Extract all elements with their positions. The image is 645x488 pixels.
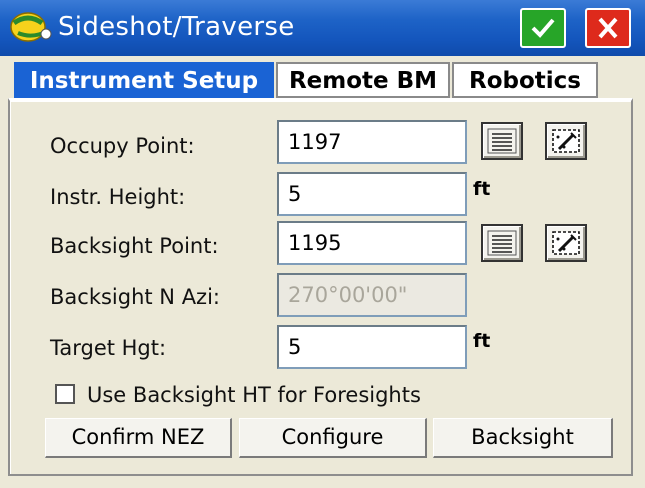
close-icon xyxy=(598,17,618,39)
map-pick-icon xyxy=(552,231,580,255)
instr-height-label: Instr. Height: xyxy=(50,185,186,209)
close-button[interactable] xyxy=(585,8,631,48)
target-hgt-unit: ft xyxy=(473,330,491,352)
ok-button[interactable] xyxy=(520,8,566,48)
target-hgt-label: Target Hgt: xyxy=(50,336,167,360)
backsight-point-map-button[interactable] xyxy=(545,224,587,262)
use-backsight-ht-checkbox[interactable] xyxy=(55,384,75,404)
list-icon xyxy=(487,230,517,256)
backsight-button[interactable]: Backsight xyxy=(433,418,613,458)
tab-remote-bm[interactable]: Remote BM xyxy=(276,62,450,98)
tab-instrument-setup[interactable]: Instrument Setup xyxy=(14,62,274,98)
list-icon xyxy=(487,128,517,154)
map-pick-icon xyxy=(552,129,580,153)
confirm-nez-button[interactable]: Confirm NEZ xyxy=(45,418,232,458)
occupy-point-list-button[interactable] xyxy=(481,122,523,160)
tab-robotics[interactable]: Robotics xyxy=(452,62,598,98)
checkmark-icon xyxy=(531,18,555,38)
backsight-point-list-button[interactable] xyxy=(481,224,523,262)
title-bar: Sideshot/Traverse xyxy=(0,0,645,56)
instr-height-unit: ft xyxy=(473,178,491,200)
occupy-point-map-button[interactable] xyxy=(545,122,587,160)
backsight-point-input[interactable]: 1195 xyxy=(277,221,467,265)
instr-height-input[interactable]: 5 xyxy=(277,172,467,216)
occupy-point-label: Occupy Point: xyxy=(50,134,195,158)
occupy-point-input[interactable]: 1197 xyxy=(277,120,467,164)
window-title: Sideshot/Traverse xyxy=(58,12,295,42)
app-logo-icon xyxy=(10,12,52,42)
target-hgt-input[interactable]: 5 xyxy=(277,325,467,369)
backsight-point-label: Backsight Point: xyxy=(50,234,219,258)
backsight-azi-label: Backsight N Azi: xyxy=(50,285,220,309)
backsight-azi-input: 270°00'00" xyxy=(277,273,467,317)
use-backsight-ht-label: Use Backsight HT for Foresights xyxy=(87,383,421,407)
configure-button[interactable]: Configure xyxy=(239,418,427,458)
tab-strip: Instrument Setup Remote BM Robotics xyxy=(14,62,634,98)
